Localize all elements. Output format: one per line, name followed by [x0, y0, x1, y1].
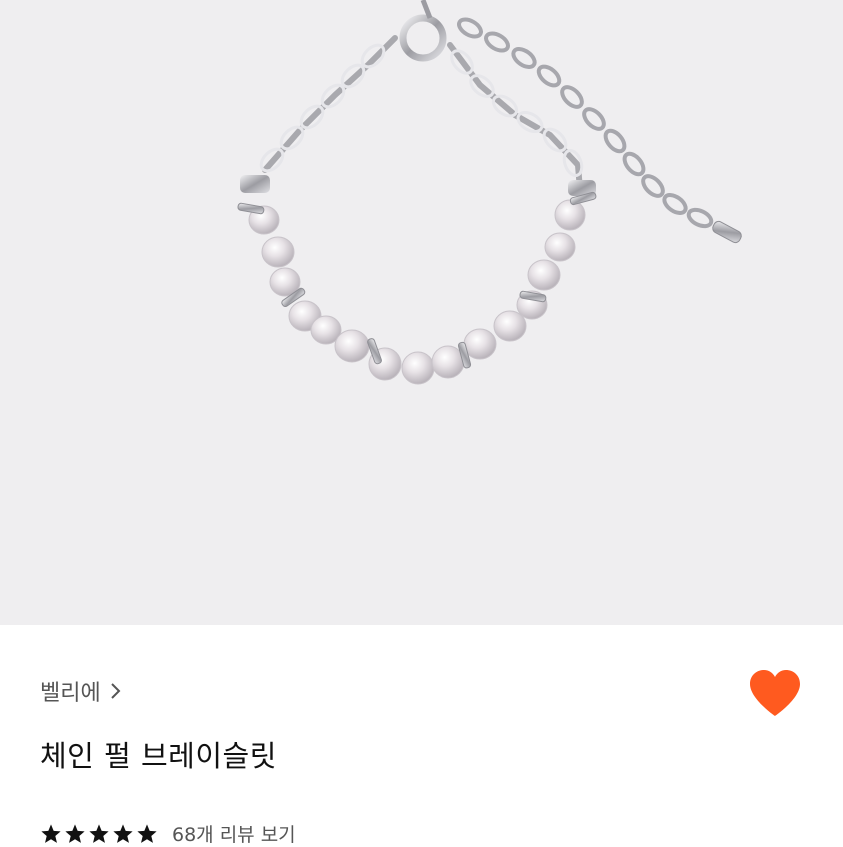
star-icon — [137, 823, 157, 843]
star-icon — [41, 823, 61, 843]
star-icon — [65, 823, 85, 843]
brand-link[interactable]: 벨리에 — [40, 675, 123, 707]
heart-icon[interactable] — [748, 669, 802, 719]
product-image[interactable] — [0, 0, 843, 625]
star-icon — [113, 823, 133, 843]
chevron-right-icon — [111, 683, 121, 699]
star-icon — [89, 823, 109, 843]
product-info: 벨리에 체인 펄 브레이슬릿 68개 리뷰 보기 — [0, 625, 843, 846]
brand-name: 벨리에 — [40, 681, 101, 706]
star-rating — [40, 823, 158, 845]
product-title: 체인 펄 브레이슬릿 — [40, 739, 277, 773]
bracelet-image — [237, 0, 742, 385]
